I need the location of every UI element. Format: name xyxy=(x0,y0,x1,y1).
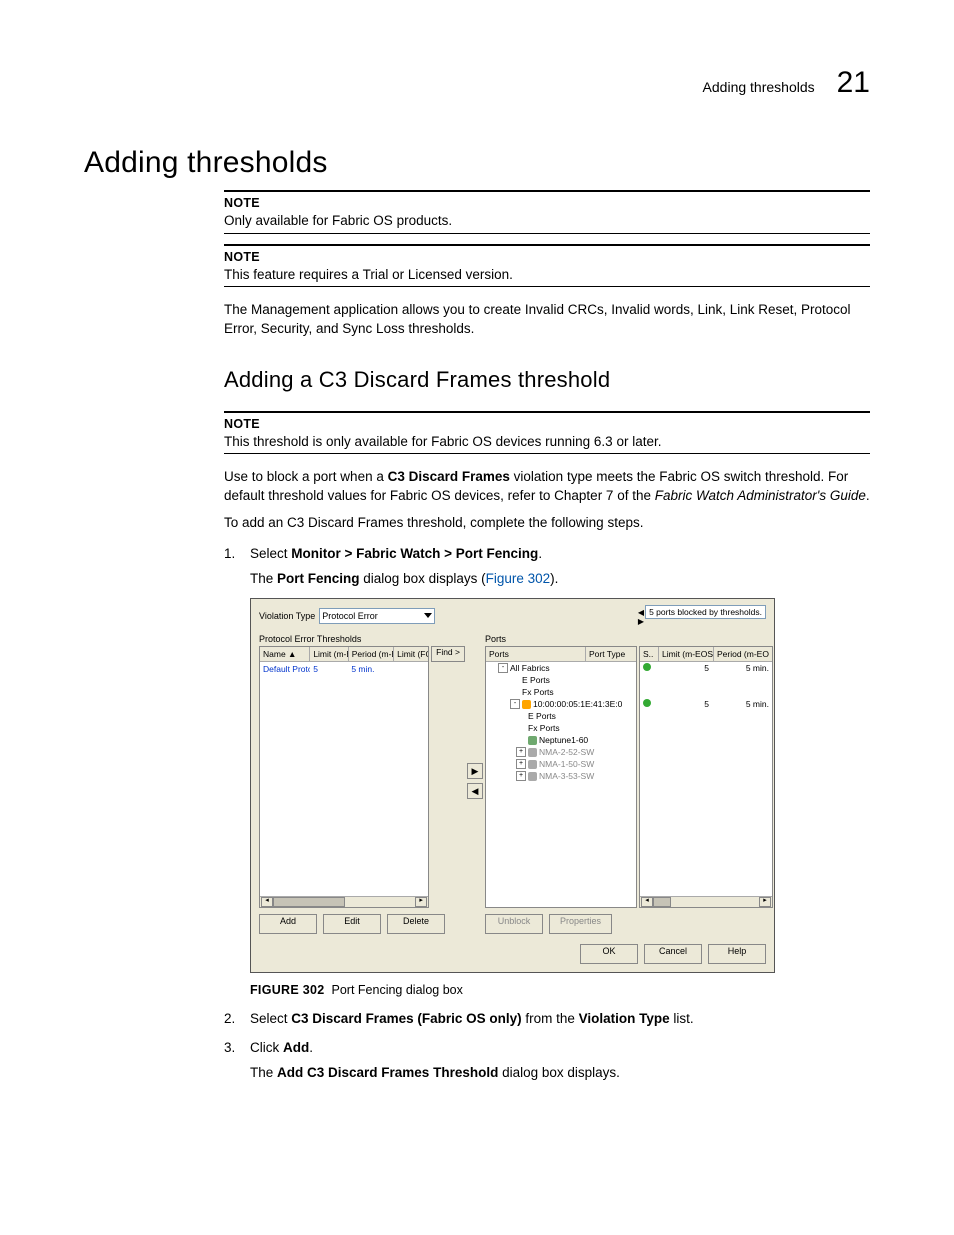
note-body: Only available for Fabric OS products. xyxy=(224,212,870,231)
tree-node[interactable]: -10:00:00:05:1E:41:3E:0 xyxy=(486,698,636,710)
col-period-meos[interactable]: Period (m-EOS) xyxy=(349,647,394,661)
cancel-button[interactable]: Cancel xyxy=(644,944,702,964)
properties-button[interactable]: Properties xyxy=(549,914,612,934)
status-ok-icon xyxy=(643,699,651,707)
note-rule xyxy=(224,411,870,413)
page: Adding thresholds 21 Adding thresholds N… xyxy=(0,0,954,1235)
port-fencing-dialog: Violation Type Protocol Error ◀ ▶ 5 port… xyxy=(250,598,775,973)
ok-button[interactable]: OK xyxy=(580,944,638,964)
col-port-type[interactable]: Port Type xyxy=(586,647,636,661)
tree-node[interactable]: E Ports xyxy=(486,674,636,686)
step-1-result: The Port Fencing dialog box displays (Fi… xyxy=(250,571,870,586)
paragraph: The Management application allows you to… xyxy=(224,301,870,338)
col-ports[interactable]: Ports xyxy=(486,647,586,661)
expand-icon[interactable]: + xyxy=(516,759,526,769)
thresholds-table[interactable]: Name ▲ Limit (m-EOS) Period (m-EOS) Limi… xyxy=(259,646,429,908)
status-row[interactable]: 55 min. xyxy=(640,698,772,710)
heading-1: Adding thresholds xyxy=(84,146,870,180)
running-header: Adding thresholds 21 xyxy=(703,66,870,100)
ports-status-table[interactable]: S.. Limit (m-EOS) Period (m-EO 55 min. 55… xyxy=(639,646,773,908)
node-icon xyxy=(522,700,531,709)
note-end-rule xyxy=(224,453,870,454)
node-icon xyxy=(528,736,537,745)
tree-node[interactable]: Neptune1-60 xyxy=(486,734,636,746)
status-row[interactable] xyxy=(640,674,772,686)
tree-node[interactable]: Fx Ports xyxy=(486,686,636,698)
step-2: 2. Select C3 Discard Frames (Fabric OS o… xyxy=(224,1011,870,1026)
thresholds-title: Protocol Error Thresholds xyxy=(259,634,465,644)
assign-right-button[interactable]: ▶ xyxy=(467,763,483,779)
tree-node[interactable]: Fx Ports xyxy=(486,722,636,734)
col-limit[interactable]: Limit (m-EOS) xyxy=(659,647,714,661)
col-period[interactable]: Period (m-EO xyxy=(714,647,772,661)
violation-type-select[interactable]: Protocol Error xyxy=(319,608,435,624)
node-icon xyxy=(528,772,537,781)
h-scrollbar[interactable]: ◂▸ xyxy=(640,896,772,907)
blocked-count: 5 ports blocked by thresholds. xyxy=(645,605,766,619)
note-body: This feature requires a Trial or License… xyxy=(224,266,870,285)
tree-node[interactable]: +NMA-3-53-SW xyxy=(486,770,636,782)
page-left-icon[interactable]: ◀ xyxy=(638,609,644,617)
tree-node[interactable]: -All Fabrics xyxy=(486,662,636,674)
ports-tree[interactable]: Ports Port Type -All FabricsE PortsFx Po… xyxy=(485,646,637,908)
h-scrollbar[interactable]: ◂▸ xyxy=(260,896,428,907)
chevron-down-icon xyxy=(424,613,432,618)
add-button[interactable]: Add xyxy=(259,914,317,934)
note-end-rule xyxy=(224,233,870,234)
note-label: NOTE xyxy=(224,417,870,431)
expand-icon[interactable]: + xyxy=(516,771,526,781)
step-3: 3. Click Add. xyxy=(224,1040,870,1055)
content-column: NOTE Only available for Fabric OS produc… xyxy=(224,190,870,1080)
col-name[interactable]: Name ▲ xyxy=(260,647,310,661)
running-title: Adding thresholds xyxy=(703,79,815,95)
figure-ref[interactable]: Figure 302 xyxy=(486,571,551,586)
node-icon xyxy=(528,748,537,757)
assign-left-button[interactable]: ◀ xyxy=(467,783,483,799)
heading-2: Adding a C3 Discard Frames threshold xyxy=(224,367,870,393)
col-limit-fos[interactable]: Limit (FOS) xyxy=(394,647,428,661)
note-rule xyxy=(224,190,870,192)
col-status[interactable]: S.. xyxy=(640,647,659,661)
note-body: This threshold is only available for Fab… xyxy=(224,433,870,452)
status-ok-icon xyxy=(643,663,651,671)
expand-icon[interactable]: - xyxy=(498,663,508,673)
edit-button[interactable]: Edit xyxy=(323,914,381,934)
paragraph: Use to block a port when a C3 Discard Fr… xyxy=(224,468,870,505)
node-icon xyxy=(528,760,537,769)
status-row[interactable] xyxy=(640,686,772,698)
note-rule xyxy=(224,244,870,246)
step-3-result: The Add C3 Discard Frames Threshold dial… xyxy=(250,1065,870,1080)
expand-icon[interactable]: + xyxy=(516,747,526,757)
step-1: 1. Select Monitor > Fabric Watch > Port … xyxy=(224,546,870,561)
col-limit-meos[interactable]: Limit (m-EOS) xyxy=(310,647,348,661)
tree-node[interactable]: +NMA-2-52-SW xyxy=(486,746,636,758)
note-label: NOTE xyxy=(224,250,870,264)
figure-caption: FIGURE 302 Port Fencing dialog box xyxy=(250,983,870,997)
help-button[interactable]: Help xyxy=(708,944,766,964)
expand-icon[interactable]: - xyxy=(510,699,520,709)
note-label: NOTE xyxy=(224,196,870,210)
page-right-icon[interactable]: ▶ xyxy=(638,618,644,626)
note-end-rule xyxy=(224,286,870,287)
chapter-number: 21 xyxy=(837,66,870,100)
tree-node[interactable]: +NMA-1-50-SW xyxy=(486,758,636,770)
paragraph: To add an C3 Discard Frames threshold, c… xyxy=(224,514,870,533)
status-row[interactable]: 55 min. xyxy=(640,662,772,674)
tree-node[interactable]: E Ports xyxy=(486,710,636,722)
delete-button[interactable]: Delete xyxy=(387,914,445,934)
violation-type-label: Violation Type xyxy=(259,611,315,621)
threshold-row[interactable]: Default Protocol Er... 5 5 min. xyxy=(260,662,428,675)
ports-title: Ports xyxy=(485,634,773,644)
find-button[interactable]: Find > xyxy=(431,646,465,662)
unblock-button[interactable]: Unblock xyxy=(485,914,543,934)
